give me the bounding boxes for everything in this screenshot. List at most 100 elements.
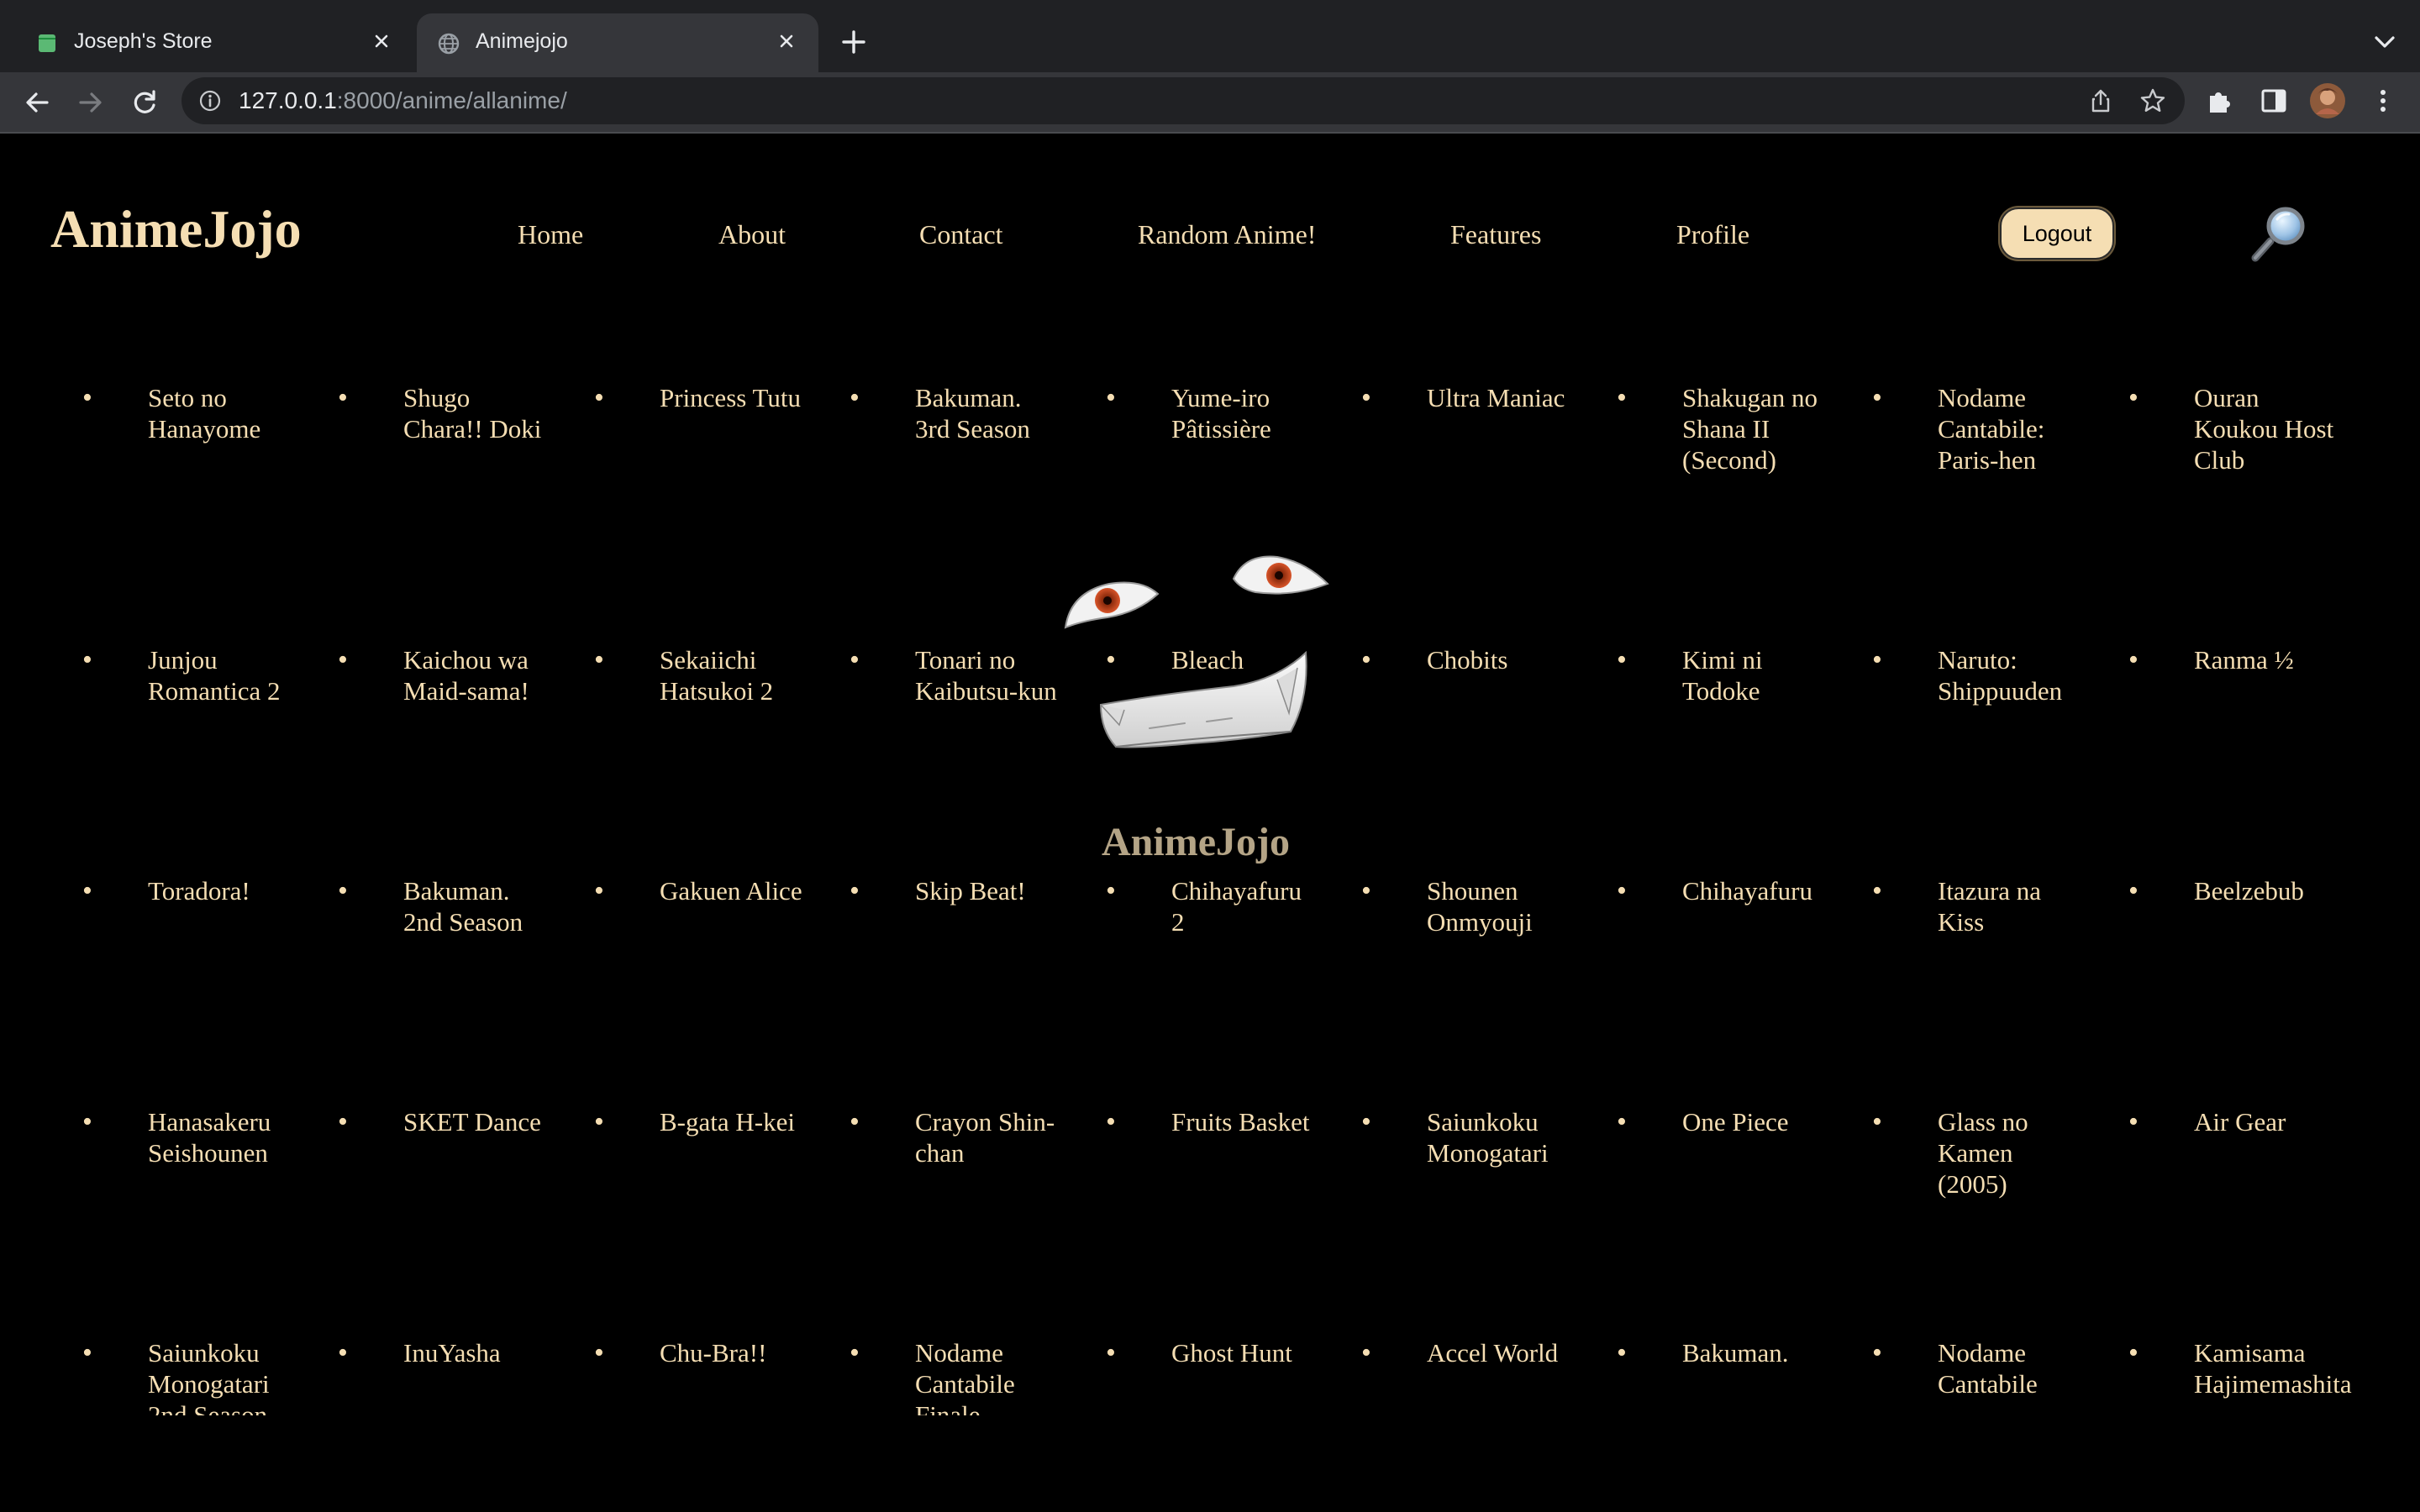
anime-list-item[interactable]: • Nodame Cantabile: [1872, 1337, 2082, 1399]
anime-list-item[interactable]: • Fruits Basket: [1106, 1106, 1316, 1137]
list-bullet: •: [594, 644, 604, 675]
anime-list-item[interactable]: • Shakugan no Shana II (Second): [1617, 382, 1827, 475]
anime-list-item[interactable]: • Skip Beat!: [850, 875, 1060, 906]
list-bullet: •: [850, 644, 860, 675]
share-icon[interactable]: [2087, 87, 2114, 114]
anime-list-item[interactable]: • Sekaiichi Hatsukoi 2: [594, 644, 804, 706]
anime-list-item[interactable]: • B-gata H-kei: [594, 1106, 804, 1137]
tab-animejojo[interactable]: Animejojo: [417, 13, 818, 72]
anime-title: Hanasakeru Seishounen: [148, 1107, 271, 1168]
anime-list-item[interactable]: • Kimi ni Todoke: [1617, 644, 1827, 706]
anime-title: Bleach: [1171, 645, 1244, 675]
anime-list-item[interactable]: • Princess Tutu: [594, 382, 804, 413]
reload-icon[interactable]: [126, 84, 163, 121]
anime-title: Accel World: [1427, 1338, 1559, 1368]
list-bullet: •: [1106, 875, 1116, 906]
url-text[interactable]: 127.0.0.1:8000/anime/allanime/: [239, 85, 567, 117]
anime-list-item[interactable]: • Glass no Kamen (2005): [1872, 1106, 2082, 1200]
list-bullet: •: [2128, 382, 2139, 413]
anime-list-item[interactable]: • Ranma ½: [2128, 644, 2338, 675]
anime-title: Toradora!: [148, 876, 250, 906]
anime-list-item[interactable]: • Crayon Shin-chan: [850, 1106, 1060, 1168]
url-host: 127.0.0.1: [239, 87, 337, 113]
anime-title: Tonari no Kaibutsu-kun: [915, 645, 1057, 706]
site-info-icon[interactable]: [198, 89, 222, 113]
anime-list-item[interactable]: • SKET Dance: [338, 1106, 548, 1137]
back-arrow-icon[interactable]: [18, 84, 55, 121]
anime-list-item[interactable]: • Shugo Chara!! Doki: [338, 382, 548, 444]
anime-list-item[interactable]: • Chihayafuru: [1617, 875, 1827, 906]
new-tab-plus-icon[interactable]: [837, 25, 871, 59]
anime-title: Princess Tutu: [660, 383, 801, 412]
anime-list-item[interactable]: • Itazura na Kiss: [1872, 875, 2082, 937]
tab-close-icon[interactable]: [368, 28, 395, 55]
anime-list-item[interactable]: • Tonari no Kaibutsu-kun: [850, 644, 1060, 706]
list-bullet: •: [338, 875, 348, 906]
profile-avatar-icon[interactable]: [2309, 82, 2346, 119]
anime-title: Bakuman.: [1682, 1338, 1789, 1368]
side-panel-icon[interactable]: [2259, 86, 2289, 116]
anime-list-item[interactable]: • Junjou Romantica 2: [82, 644, 292, 706]
anime-list-item[interactable]: • Saiunkoku Monogatari: [1361, 1106, 1571, 1168]
anime-list-item[interactable]: • Kaichou wa Maid-sama!: [338, 644, 548, 706]
tab-search-chevron-down-icon[interactable]: [2368, 25, 2402, 59]
anime-list-item[interactable]: • Accel World: [1361, 1337, 1571, 1368]
anime-list-item[interactable]: • Nodame Cantabile: Paris-hen: [1872, 382, 2082, 475]
anime-list-item[interactable]: • Ultra Maniac: [1361, 382, 1571, 413]
list-bullet: •: [1361, 1337, 1371, 1368]
anime-list-item[interactable]: • Toradora!: [82, 875, 292, 906]
bookmark-star-icon[interactable]: [2139, 87, 2166, 114]
list-bullet: •: [2128, 644, 2139, 675]
anime-list-item[interactable]: • Nodame Cantabile Finale: [850, 1337, 1060, 1415]
anime-list-item[interactable]: • Seto no Hanayome: [82, 382, 292, 444]
anime-list-item[interactable]: • Bakuman. 3rd Season: [850, 382, 1060, 444]
list-bullet: •: [1872, 875, 1882, 906]
anime-title: Chihayafuru 2: [1171, 876, 1302, 937]
list-bullet: •: [2128, 1337, 2139, 1368]
anime-title: Saiunkoku Monogatari: [1427, 1107, 1549, 1168]
list-bullet: •: [1872, 1106, 1882, 1137]
anime-list-item[interactable]: • Naruto: Shippuuden: [1872, 644, 2082, 706]
anime-list-item[interactable]: • Kamisama Hajimemashita: [2128, 1337, 2352, 1399]
anime-title: Bakuman. 2nd Season: [403, 876, 523, 937]
anime-list-item[interactable]: • Gakuen Alice: [594, 875, 804, 906]
anime-list-item[interactable]: • Hanasakeru Seishounen: [82, 1106, 292, 1168]
list-bullet: •: [1617, 1106, 1627, 1137]
extensions-puzzle-icon[interactable]: [2205, 86, 2235, 116]
list-bullet: •: [594, 1337, 604, 1368]
anime-list-item[interactable]: • Shounen Onmyouji: [1361, 875, 1571, 937]
list-bullet: •: [1106, 382, 1116, 413]
anime-title: Chu-Bra!!: [660, 1338, 767, 1368]
anime-list-item[interactable]: • Air Gear: [2128, 1106, 2338, 1137]
anime-title: Glass no Kamen (2005): [1938, 1107, 2028, 1199]
anime-title: Itazura na Kiss: [1938, 876, 2042, 937]
list-bullet: •: [850, 382, 860, 413]
anime-list-item[interactable]: • Saiunkoku Monogatari 2nd Season: [82, 1337, 292, 1415]
address-bar[interactable]: 127.0.0.1:8000/anime/allanime/: [182, 77, 2185, 124]
anime-title: Kimi ni Todoke: [1682, 645, 1763, 706]
tab-josephs-store[interactable]: Joseph's Store: [0, 13, 413, 72]
anime-list-item[interactable]: • InuYasha: [338, 1337, 548, 1368]
anime-list-item[interactable]: • Chobits: [1361, 644, 1571, 675]
menu-kebab-icon[interactable]: [2368, 86, 2398, 116]
tab-close-icon[interactable]: [773, 28, 800, 55]
anime-list-item[interactable]: • Chihayafuru 2: [1106, 875, 1316, 937]
list-bullet: •: [1106, 1337, 1116, 1368]
anime-list-item[interactable]: • Ouran Koukou Host Club: [2128, 382, 2338, 475]
anime-list-item[interactable]: • Ghost Hunt: [1106, 1337, 1316, 1368]
anime-list-item[interactable]: • Yume-iro Pâtissière: [1106, 382, 1316, 444]
web-page: AnimeJojo Home About Contact Random Anim…: [0, 134, 2420, 1512]
anime-list-item[interactable]: • Bakuman.: [1617, 1337, 1827, 1368]
anime-list-item[interactable]: • One Piece: [1617, 1106, 1827, 1137]
anime-list-item[interactable]: • Bakuman. 2nd Season: [338, 875, 548, 937]
forward-arrow-icon[interactable]: [72, 84, 109, 121]
anime-list-item[interactable]: • Bleach: [1106, 644, 1316, 675]
anime-list-item[interactable]: • Chu-Bra!!: [594, 1337, 804, 1368]
list-bullet: •: [850, 875, 860, 906]
list-bullet: •: [338, 644, 348, 675]
anime-list-item[interactable]: • Beelzebub: [2128, 875, 2338, 906]
list-bullet: •: [82, 644, 92, 675]
list-bullet: •: [1617, 382, 1627, 413]
list-bullet: •: [594, 382, 604, 413]
anime-title: Gakuen Alice: [660, 876, 802, 906]
